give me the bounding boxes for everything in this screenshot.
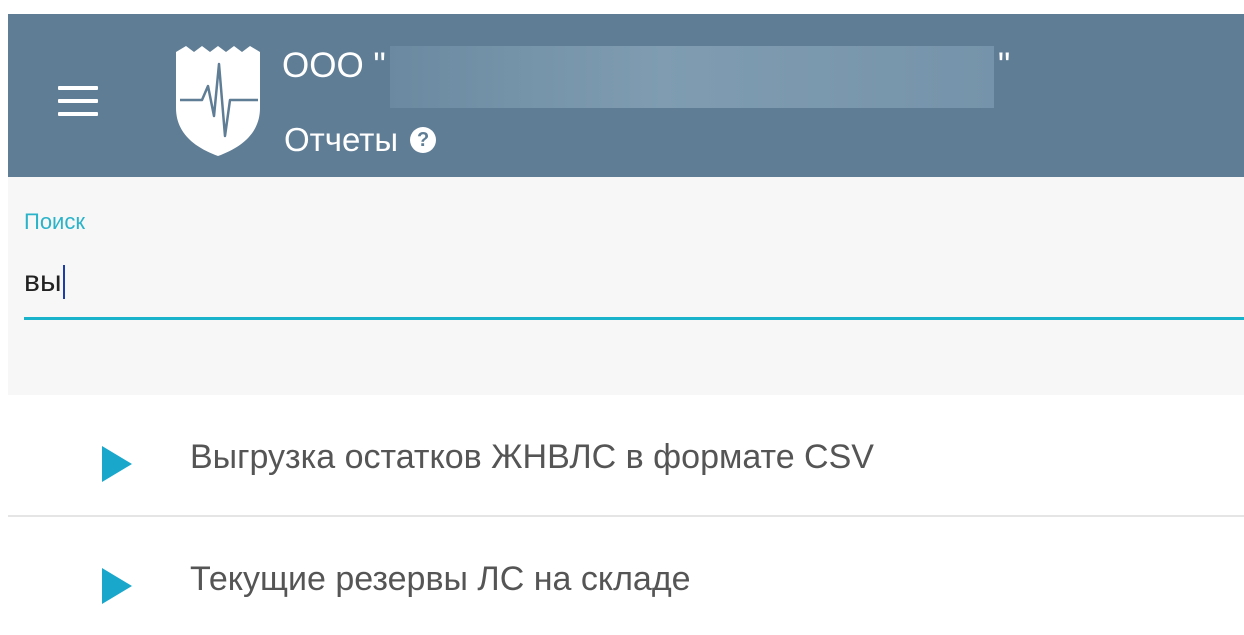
- search-panel: Поиск вы: [8, 177, 1244, 395]
- search-input-value: вы: [24, 265, 62, 298]
- org-title-suffix: ": [997, 46, 1011, 85]
- report-list-item[interactable]: Текущие резервы ЛС на складе: [8, 532, 1244, 632]
- play-triangle-icon[interactable]: [102, 446, 132, 482]
- text-caret: [62, 265, 65, 299]
- search-input[interactable]: вы: [24, 265, 65, 299]
- report-item-label[interactable]: Выгрузка остатков ЖНВЛС в формате CSV: [190, 438, 874, 477]
- organization-title: ООО " ": [282, 46, 1011, 108]
- org-title-prefix: ООО ": [282, 46, 386, 85]
- search-input-underline: [24, 317, 1244, 320]
- play-triangle-icon[interactable]: [102, 568, 132, 604]
- hamburger-menu-icon[interactable]: [54, 84, 100, 120]
- reports-page: ООО " " Отчеты ? Поиск вы Выгрузка остат…: [0, 0, 1244, 635]
- app-header: ООО " " Отчеты ?: [8, 14, 1244, 177]
- report-list-item[interactable]: Выгрузка остатков ЖНВЛС в формате CSV: [8, 410, 1244, 510]
- list-divider: [8, 515, 1244, 517]
- page-title-text: Отчеты: [284, 121, 399, 158]
- redacted-org-name: [389, 46, 994, 108]
- page-title: Отчеты ?: [284, 118, 437, 162]
- coat-of-arms-logo-icon: [176, 46, 260, 156]
- help-icon[interactable]: ?: [410, 127, 437, 153]
- search-label: Поиск: [24, 209, 85, 234]
- report-item-label[interactable]: Текущие резервы ЛС на складе: [190, 560, 691, 599]
